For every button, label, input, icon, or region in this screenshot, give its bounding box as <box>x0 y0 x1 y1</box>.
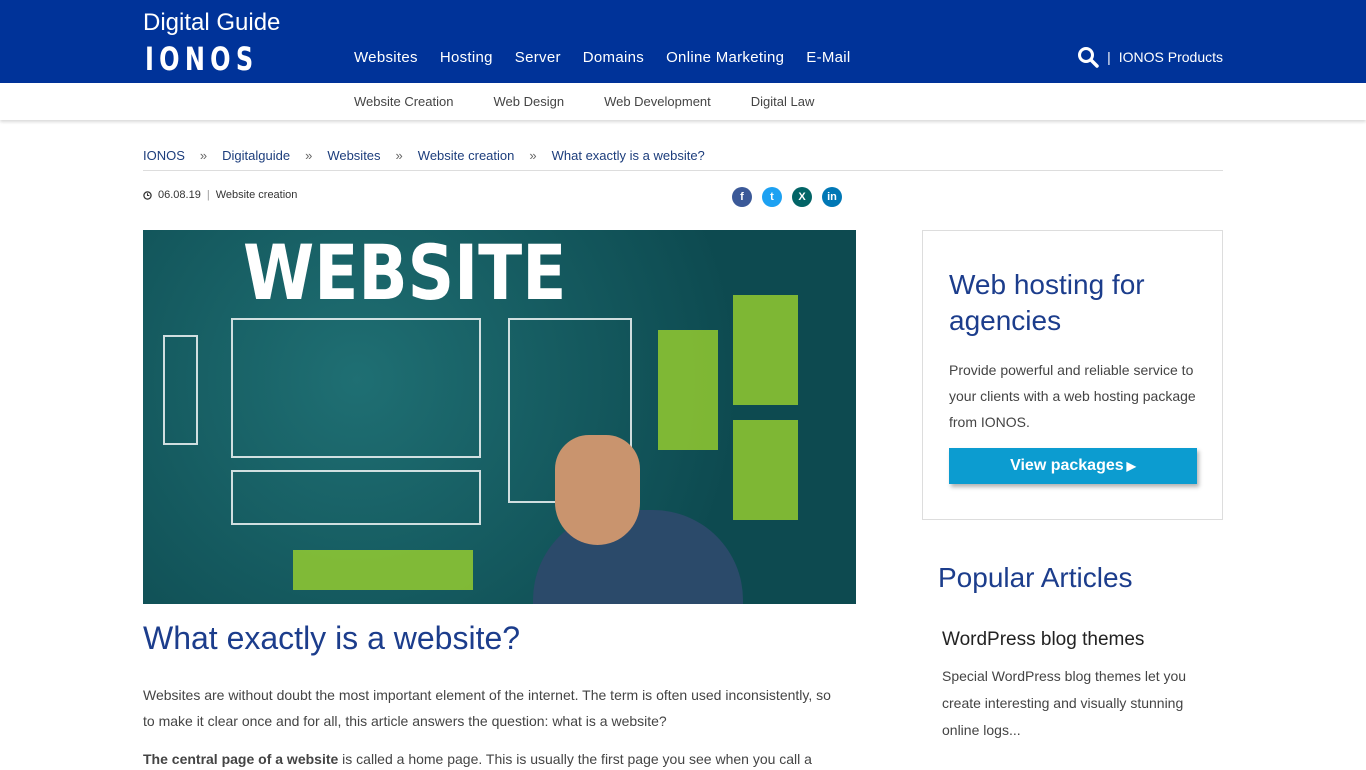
breadcrumb-current[interactable]: What exactly is a website? <box>552 148 705 170</box>
breadcrumb-sep: » <box>395 148 403 163</box>
breadcrumb-sep: » <box>305 148 313 163</box>
caret-right-icon: ▶ <box>1126 459 1136 473</box>
article-intro: Websites are without doubt the most impo… <box>143 687 831 729</box>
popular-articles-heading: Popular Articles <box>938 562 1133 593</box>
ionos-logo[interactable]: IONOS <box>145 40 258 78</box>
breadcrumb-websites[interactable]: Websites <box>327 148 380 170</box>
twitter-icon[interactable]: t <box>762 187 782 207</box>
popular-article-title[interactable]: WordPress blog themes <box>942 629 1144 651</box>
nav-server[interactable]: Server <box>515 49 561 66</box>
breadcrumb-digitalguide[interactable]: Digitalguide <box>222 148 290 170</box>
article-title: What exactly is a website? <box>143 620 521 656</box>
category-link[interactable]: Website creation <box>216 189 298 201</box>
top-header: Digital Guide IONOS Websites Hosting Ser… <box>0 0 1366 83</box>
nav-email[interactable]: E-Mail <box>806 49 850 66</box>
ad-title: Web hosting for agencies <box>949 269 1145 336</box>
article-meta: 06.08.19 | Website creation <box>143 189 297 201</box>
clock-icon <box>143 190 152 200</box>
linkedin-icon[interactable]: in <box>822 187 842 207</box>
nav-websites[interactable]: Websites <box>354 49 418 66</box>
hosting-ad: Web hosting for agencies Provide powerfu… <box>922 230 1223 520</box>
ionos-products-link[interactable]: IONOS Products <box>1119 49 1223 65</box>
breadcrumb-website-creation[interactable]: Website creation <box>418 148 515 170</box>
breadcrumb-sep: » <box>199 148 208 163</box>
breadcrumb: IONOS » Digitalguide » Websites » Website c… <box>143 148 1223 171</box>
subnav-website-creation[interactable]: Website Creation <box>354 94 453 109</box>
separator: | <box>206 189 210 201</box>
subnav-web-design[interactable]: Web Design <box>493 94 564 109</box>
hero-image-text: WEBSITE <box>243 230 567 317</box>
share-buttons: f t X in <box>732 187 842 207</box>
nav-hosting[interactable]: Hosting <box>440 49 493 66</box>
subnav-web-development[interactable]: Web Development <box>604 94 711 109</box>
breadcrumb-sep: » <box>529 148 537 163</box>
button-label: View packages <box>1010 457 1124 474</box>
separator: | <box>1107 49 1111 65</box>
paragraph-text: is called a home page. This is usually t… <box>338 751 812 767</box>
article-paragraph: The central page of a website is called … <box>143 748 843 770</box>
hero-image: WEBSITE <box>143 230 856 604</box>
xing-icon[interactable]: X <box>792 187 812 207</box>
facebook-icon[interactable]: f <box>732 187 752 207</box>
main-nav: Websites Hosting Server Domains Online M… <box>354 49 851 66</box>
popular-article-desc: Special WordPress blog themes let you cr… <box>942 668 1187 738</box>
subnav-digital-law[interactable]: Digital Law <box>751 94 815 109</box>
view-packages-button[interactable]: View packages ▶ <box>949 448 1197 484</box>
nav-domains[interactable]: Domains <box>583 49 644 66</box>
ad-text: Provide powerful and reliable service to… <box>949 362 1196 430</box>
nav-online-marketing[interactable]: Online Marketing <box>666 49 784 66</box>
search-icon[interactable] <box>1077 46 1099 68</box>
publish-date: 06.08.19 <box>158 189 201 201</box>
breadcrumb-ionos[interactable]: IONOS <box>143 148 185 170</box>
bold-text: The central page of a website <box>143 751 339 767</box>
sub-nav-bar: Website Creation Web Design Web Developm… <box>0 83 1366 120</box>
digital-guide-title[interactable]: Digital Guide <box>143 9 280 37</box>
